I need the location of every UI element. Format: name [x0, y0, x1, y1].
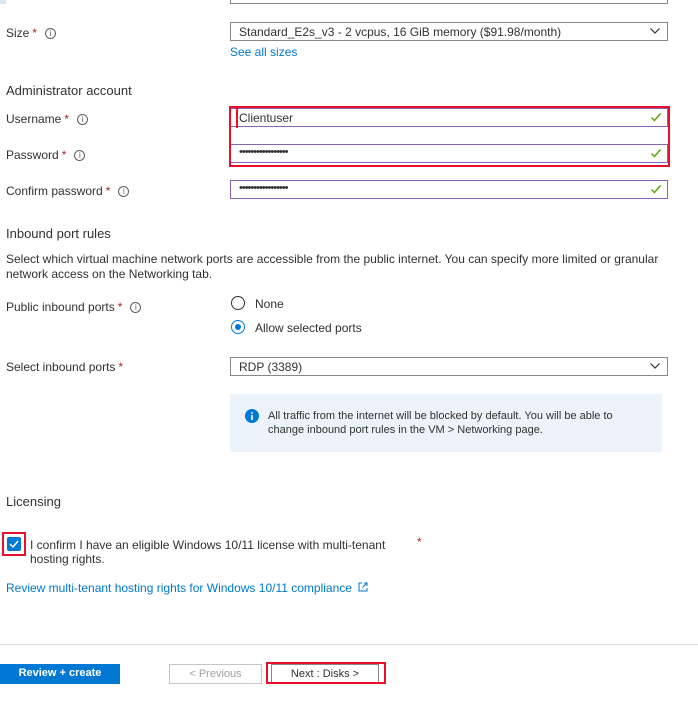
next-button-highlight: [266, 662, 386, 684]
hosting-rights-link[interactable]: Review multi-tenant hosting rights for W…: [6, 581, 368, 595]
info-banner: All traffic from the internet will be bl…: [230, 394, 662, 452]
license-confirm-line2: hosting rights.: [30, 552, 105, 566]
inbound-description-line1: Select which virtual machine network por…: [6, 252, 659, 266]
select-inbound-ports-label: Select inbound ports *: [6, 360, 124, 374]
size-label: Size * i: [6, 26, 57, 40]
admin-account-heading: Administrator account: [6, 83, 132, 98]
review-create-button[interactable]: Review + create: [0, 664, 120, 684]
info-icon[interactable]: i: [77, 114, 89, 125]
license-confirm-line1: I confirm I have an eligible Windows 10/…: [30, 538, 386, 552]
username-label: Username * i: [6, 112, 89, 126]
inbound-description-line2: network access on the Networking tab.: [6, 267, 213, 281]
info-icon[interactable]: i: [74, 150, 86, 161]
license-checkbox[interactable]: [7, 537, 21, 551]
confirm-password-input[interactable]: •••••••••••••••••: [230, 180, 668, 199]
confirm-password-label: Confirm password * i: [6, 184, 130, 198]
inbound-rules-heading: Inbound port rules: [6, 226, 111, 241]
required-asterisk: *: [417, 535, 422, 549]
credentials-highlight: [229, 106, 670, 167]
footer-divider: [0, 644, 698, 645]
inbound-ports-dropdown[interactable]: RDP (3389): [230, 357, 668, 376]
radio-none[interactable]: [231, 296, 245, 310]
see-all-sizes-link[interactable]: See all sizes: [230, 45, 297, 59]
size-dropdown[interactable]: Standard_E2s_v3 - 2 vcpus, 16 GiB memory…: [230, 22, 668, 41]
top-field-edge: [230, 0, 668, 4]
external-link-icon: [358, 582, 368, 592]
checkmark-icon: [9, 540, 19, 549]
info-icon[interactable]: i: [130, 302, 142, 313]
credentials-highlight-divider: [236, 106, 238, 128]
radio-allow-label: Allow selected ports: [255, 321, 362, 335]
licensing-heading: Licensing: [6, 494, 61, 509]
info-icon[interactable]: i: [45, 28, 57, 39]
top-panel-edge: [0, 0, 6, 4]
radio-allow-selected-ports[interactable]: [231, 320, 245, 334]
password-label: Password * i: [6, 148, 86, 162]
info-icon[interactable]: i: [118, 186, 130, 197]
radio-none-label: None: [255, 297, 284, 311]
info-banner-line1: All traffic from the internet will be bl…: [268, 410, 613, 422]
info-icon: [245, 409, 259, 423]
public-inbound-ports-label: Public inbound ports * i: [6, 300, 142, 314]
previous-button[interactable]: < Previous: [169, 664, 262, 684]
chevron-down-icon: [650, 363, 660, 369]
checkmark-icon: [651, 185, 662, 194]
info-banner-line2: change inbound port rules in the VM > Ne…: [268, 424, 543, 436]
chevron-down-icon: [650, 28, 660, 34]
